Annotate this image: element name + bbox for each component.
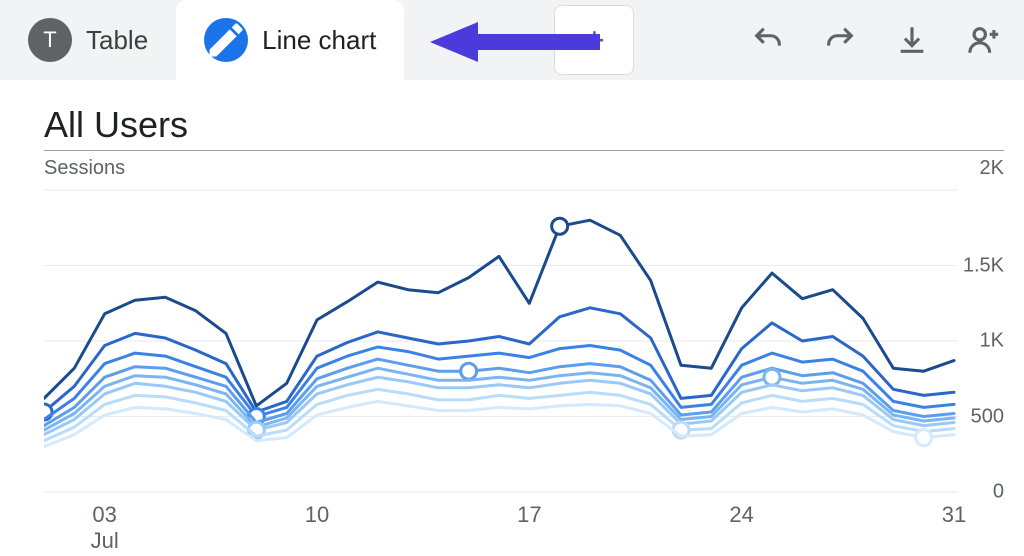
undo-button[interactable]	[748, 20, 788, 60]
table-icon: T	[28, 18, 72, 62]
chart-plot[interactable]: 1.5K1K5000	[44, 186, 1004, 496]
x-tick: 10	[305, 502, 329, 528]
chart-x-axis: 03 10 17 24 31 Jul	[44, 496, 1004, 556]
add-tab-button[interactable]: +	[554, 5, 634, 75]
x-tick: 03	[92, 502, 116, 528]
y-tick: 1K	[974, 330, 1004, 353]
y-tick: 2K	[980, 157, 1004, 180]
chart-ylabel: Sessions	[44, 157, 125, 180]
chart-title: All Users	[44, 104, 1004, 146]
toolbar-actions	[748, 20, 1024, 60]
download-button[interactable]	[892, 20, 932, 60]
redo-button[interactable]	[820, 20, 860, 60]
tab-line-chart-label: Line chart	[262, 25, 376, 56]
tab-line-chart[interactable]: Line chart	[176, 0, 404, 80]
tab-table-label: Table	[86, 25, 148, 56]
download-icon	[895, 23, 929, 57]
x-tick: 31	[942, 502, 966, 528]
share-button[interactable]	[964, 20, 1004, 60]
y-tick: 500	[965, 405, 1004, 428]
x-tick: 17	[517, 502, 541, 528]
add-user-icon	[967, 23, 1001, 57]
x-month-label: Jul	[91, 528, 119, 554]
y-tick: 1.5K	[957, 254, 1004, 277]
tab-bar: T Table Line chart +	[0, 0, 1024, 80]
pencil-icon	[204, 18, 248, 62]
redo-icon	[823, 23, 857, 57]
plus-icon: +	[584, 19, 605, 61]
chart-panel: All Users Sessions 2K 1.5K1K5000 0310172…	[0, 80, 1024, 556]
tab-table[interactable]: T Table	[0, 0, 176, 80]
x-tick: 24	[729, 502, 753, 528]
undo-icon	[751, 23, 785, 57]
